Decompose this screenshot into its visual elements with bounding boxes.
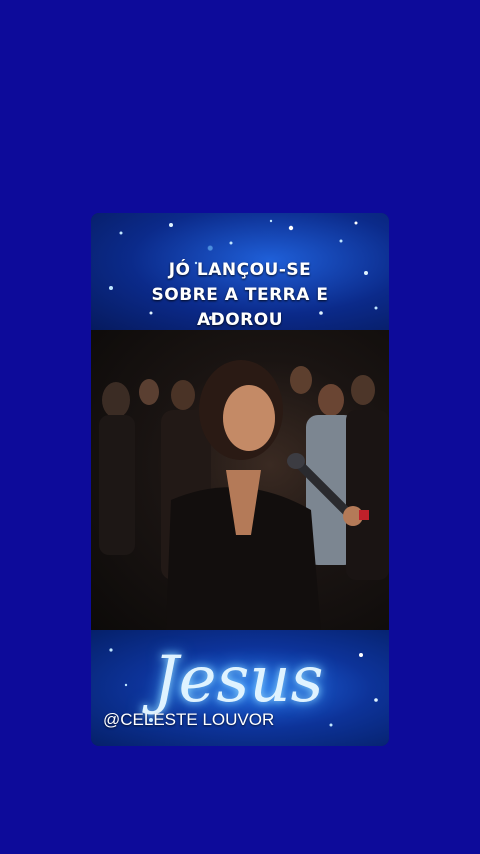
channel-handle[interactable]: @CELESTE LOUVOR	[103, 710, 274, 730]
story-card[interactable]: JÓ LANÇOU-SE SOBRE A TERRA E ADOROU Jesu…	[91, 213, 389, 746]
lyrics-caption: JÓ LANÇOU-SE SOBRE A TERRA E ADOROU	[91, 258, 389, 333]
caption-line-2: SOBRE A TERRA E	[151, 285, 329, 305]
top-sparkle-banner: JÓ LANÇOU-SE SOBRE A TERRA E ADOROU	[91, 213, 389, 330]
video-frame[interactable]	[91, 330, 389, 630]
singer-performance-photo	[99, 360, 389, 630]
bottom-sparkle-banner: Jesus @CELESTE LOUVOR	[91, 630, 389, 746]
caption-line-1: JÓ LANÇOU-SE	[168, 260, 312, 280]
